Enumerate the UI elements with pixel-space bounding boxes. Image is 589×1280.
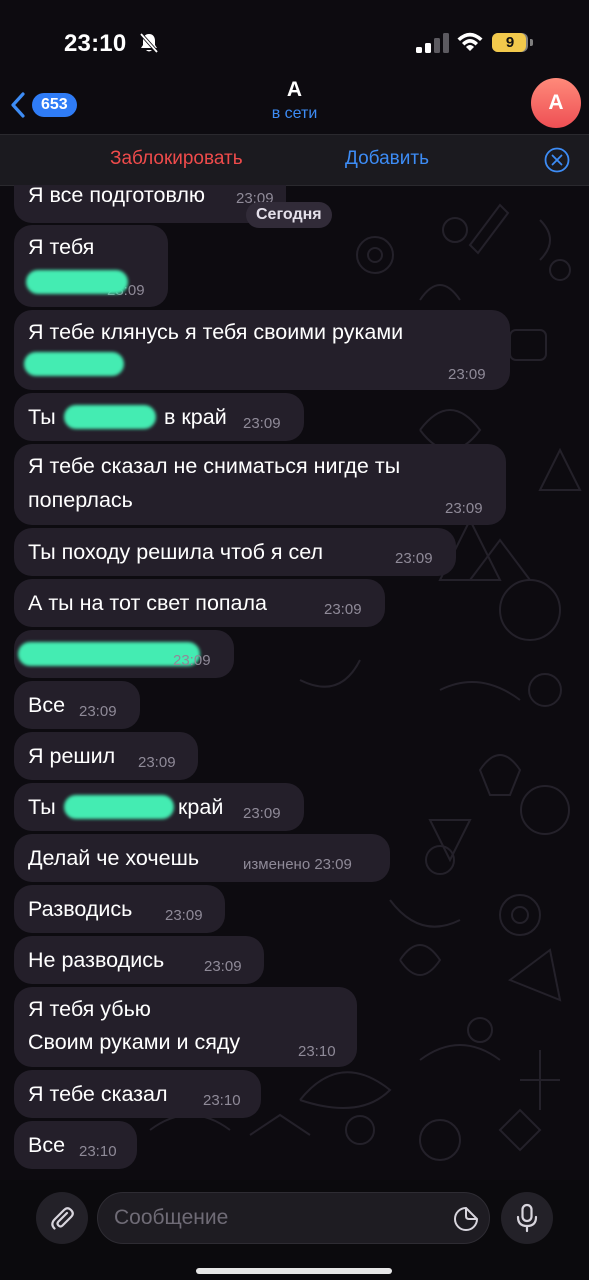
cellular-signal-icon bbox=[416, 33, 449, 53]
redaction-mark bbox=[64, 795, 174, 819]
add-contact-button[interactable]: Добавить bbox=[345, 148, 429, 170]
message-bubble[interactable]: Не разводись 23:09 bbox=[14, 936, 264, 984]
avatar[interactable]: А bbox=[531, 78, 581, 128]
paperclip-icon bbox=[51, 1207, 74, 1230]
battery-indicator: 9 bbox=[492, 33, 534, 53]
microphone-icon bbox=[516, 1203, 538, 1233]
message-bubble[interactable]: Ты походу решила чтоб я сел 23:09 bbox=[14, 528, 456, 576]
wifi-icon bbox=[457, 32, 483, 51]
message-bubble[interactable]: Ты в край 23:09 bbox=[14, 393, 304, 441]
block-button[interactable]: Заблокировать bbox=[110, 148, 243, 170]
message-bubble[interactable]: Я тебе сказал 23:10 bbox=[14, 1070, 261, 1118]
status-bar: 23:10 9 bbox=[0, 0, 589, 84]
message-input-placeholder: Сообщение bbox=[114, 1206, 229, 1229]
message-bubble[interactable]: Я тебя убью Своим руками и сяду 23:10 bbox=[14, 987, 357, 1067]
contact-name[interactable]: А bbox=[0, 78, 589, 102]
date-separator: Сегодня bbox=[246, 202, 332, 228]
message-bubble[interactable]: Делай че хочешь изменено 23:09 bbox=[14, 834, 390, 882]
redaction-mark bbox=[26, 270, 128, 294]
close-circle-icon[interactable] bbox=[544, 147, 570, 173]
voice-message-button[interactable] bbox=[501, 1192, 553, 1244]
redaction-mark bbox=[64, 405, 156, 429]
message-bubble[interactable]: Я решил 23:09 bbox=[14, 732, 198, 780]
bell-slash-icon bbox=[139, 32, 159, 54]
avatar-letter: А bbox=[548, 91, 564, 114]
sticker-icon[interactable] bbox=[453, 1206, 479, 1232]
message-bubble[interactable]: Все 23:10 bbox=[14, 1121, 137, 1169]
message-bubble[interactable]: Я тебе клянусь я тебя своими руками 23:0… bbox=[14, 310, 510, 390]
message-bubble[interactable]: Разводись 23:09 bbox=[14, 885, 225, 933]
contact-status: в сети bbox=[271, 105, 318, 122]
battery-level: 9 bbox=[505, 34, 515, 51]
message-composer: Сообщение bbox=[0, 1180, 589, 1280]
attach-button[interactable] bbox=[36, 1192, 88, 1244]
home-indicator bbox=[196, 1268, 392, 1274]
status-time: 23:10 bbox=[64, 30, 127, 57]
message-bubble[interactable]: Все 23:09 bbox=[14, 681, 140, 729]
message-bubble[interactable]: Я тебя 23:09 bbox=[14, 225, 168, 307]
message-bubble[interactable]: Я тебе сказал не сниматься нигде ты попе… bbox=[14, 444, 506, 525]
contact-action-bar: Заблокировать Добавить bbox=[0, 134, 589, 186]
message-list: Я все подготовлю 23:09 Сегодня Я тебя 23… bbox=[0, 185, 589, 1175]
message-bubble[interactable]: Я все подготовлю 23:09 bbox=[14, 185, 286, 223]
redaction-mark bbox=[24, 352, 124, 376]
chat-header: 653 А в сети А bbox=[0, 78, 589, 132]
message-bubble[interactable]: А ты на тот свет попала 23:09 bbox=[14, 579, 385, 627]
message-input[interactable]: Сообщение bbox=[97, 1192, 490, 1244]
message-bubble[interactable]: 23:09 bbox=[14, 630, 234, 678]
message-bubble[interactable]: Ты край 23:09 bbox=[14, 783, 304, 831]
